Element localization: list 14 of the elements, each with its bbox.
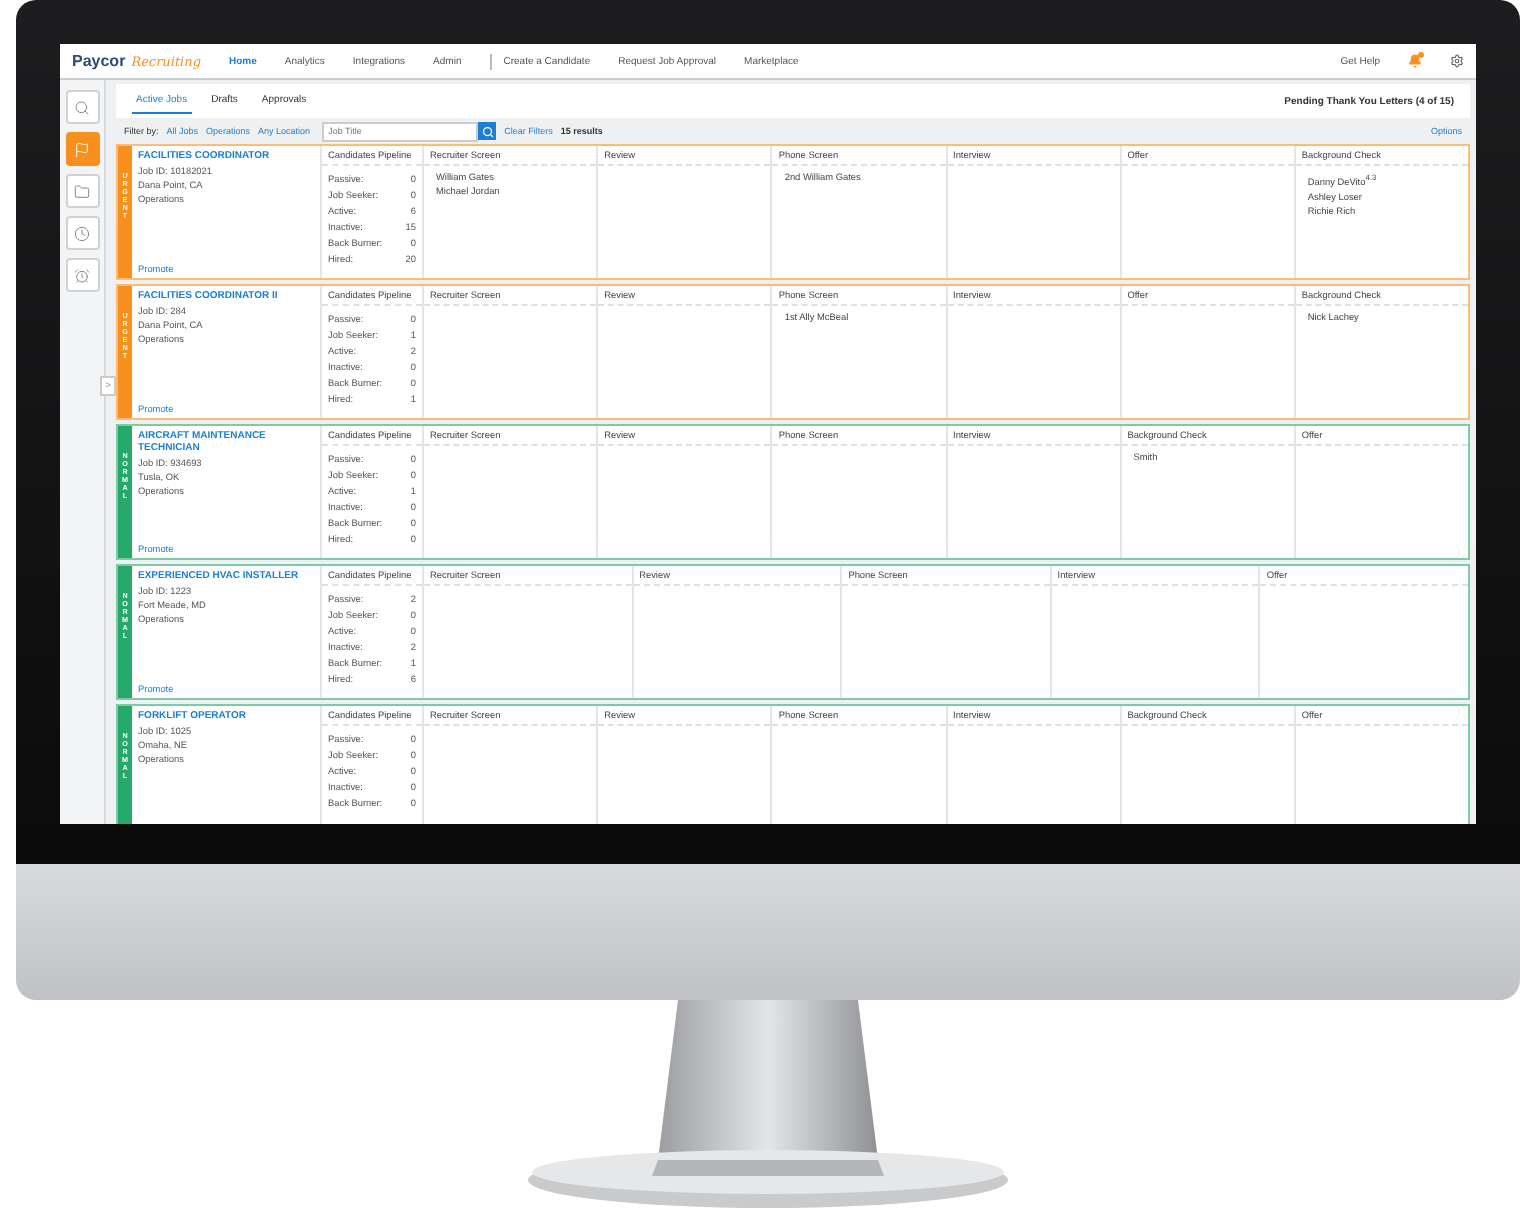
search-icon — [74, 99, 90, 115]
rail-button[interactable] — [65, 258, 99, 292]
logo: Paycor — [72, 52, 126, 70]
folder-icon — [74, 183, 90, 199]
clock-icon — [74, 225, 90, 241]
flag-icon — [74, 141, 90, 157]
rail-button[interactable] — [65, 132, 99, 166]
rail-button[interactable] — [65, 174, 99, 208]
notification-icon[interactable] — [1408, 54, 1422, 68]
search-button[interactable] — [478, 122, 497, 140]
rail-button[interactable] — [65, 216, 99, 250]
alarm-clock-icon — [74, 267, 90, 283]
rail-button[interactable] — [65, 90, 99, 124]
settings-icon[interactable] — [1450, 54, 1464, 68]
